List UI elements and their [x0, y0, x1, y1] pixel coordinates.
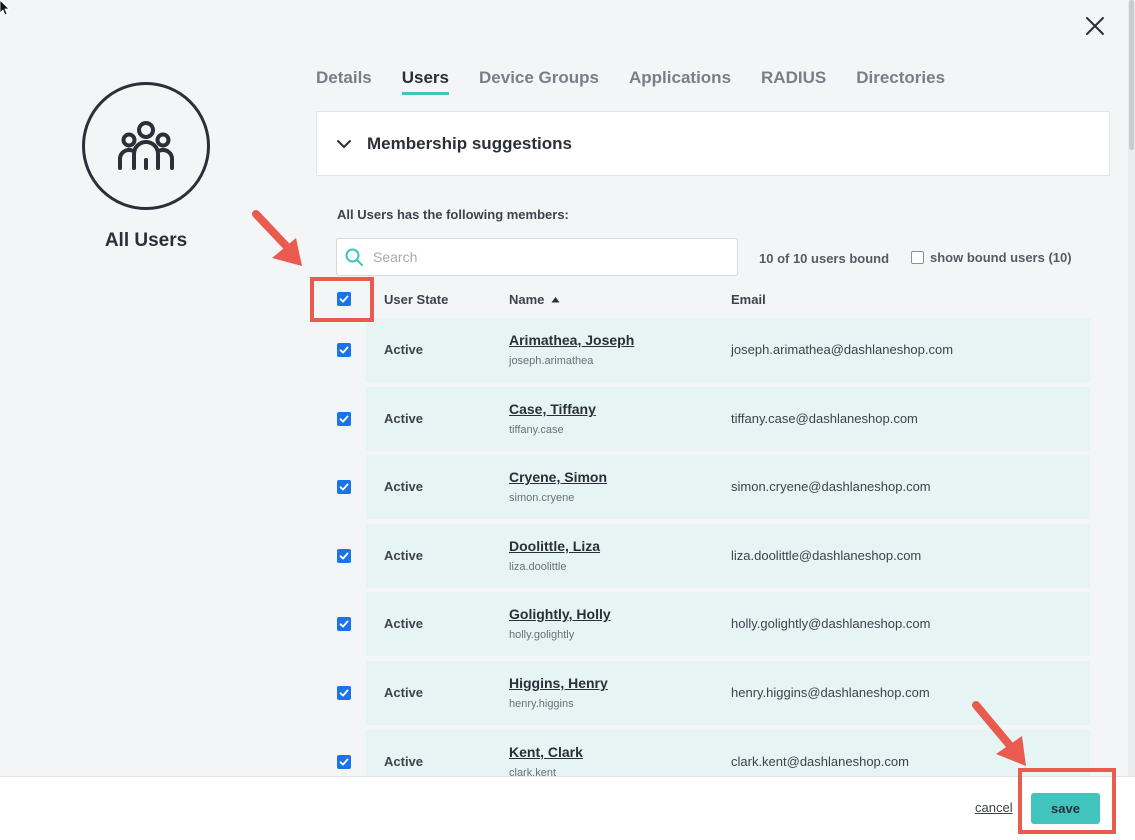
column-header-name-label: Name	[509, 292, 545, 307]
membership-suggestions-label: Membership suggestions	[367, 133, 572, 153]
user-state: Active	[384, 548, 424, 563]
user-username: clark.kent	[509, 767, 557, 776]
table-row: Active Golightly, Holly holly.golightly …	[336, 592, 1090, 656]
mouse-cursor-icon	[0, 0, 10, 16]
group-icon	[117, 121, 175, 170]
user-state: Active	[384, 411, 424, 426]
checkmark-icon	[339, 620, 349, 628]
user-username: henry.higgins	[509, 698, 574, 710]
row-background	[366, 455, 1090, 519]
table-row: Active Arimathea, Joseph joseph.arimathe…	[336, 318, 1090, 382]
row-checkbox[interactable]	[337, 480, 351, 494]
close-button[interactable]	[1084, 15, 1106, 37]
user-username: joseph.arimathea	[509, 355, 594, 367]
user-name-link[interactable]: Kent, Clark	[509, 744, 583, 760]
scrollbar-thumb[interactable]	[1129, 0, 1134, 150]
bound-users-count: 10 of 10 users bound	[759, 251, 890, 266]
row-background	[366, 592, 1090, 656]
scrollbar[interactable]	[1128, 0, 1135, 776]
user-state: Active	[384, 616, 424, 631]
checkmark-icon	[339, 346, 349, 354]
user-name-link[interactable]: Golightly, Holly	[509, 606, 611, 622]
show-bound-users-checkbox[interactable]	[911, 251, 924, 264]
row-checkbox[interactable]	[337, 755, 351, 769]
chevron-down-icon	[337, 139, 351, 148]
column-header-email: Email	[731, 292, 766, 307]
tab-device-groups[interactable]: Device Groups	[479, 68, 599, 95]
row-background	[366, 318, 1090, 382]
column-header-user-state: User State	[384, 292, 449, 307]
row-checkbox[interactable]	[337, 343, 351, 357]
users-table-body[interactable]: Active Arimathea, Joseph joseph.arimathe…	[336, 318, 1090, 776]
user-state: Active	[384, 685, 424, 700]
user-username: liza.doolittle	[509, 561, 567, 573]
user-name-link[interactable]: Doolittle, Liza	[509, 538, 600, 554]
checkmark-icon	[339, 689, 349, 697]
tab-details[interactable]: Details	[316, 68, 372, 95]
user-state: Active	[384, 342, 424, 357]
row-checkbox[interactable]	[337, 412, 351, 426]
table-row: Active Kent, Clark clark.kent clark.kent…	[336, 730, 1090, 776]
group-avatar	[82, 82, 210, 210]
select-all-checkbox[interactable]	[337, 292, 351, 306]
close-icon[interactable]	[1084, 15, 1106, 37]
table-row: Active Doolittle, Liza liza.doolittle li…	[336, 524, 1090, 588]
search-box[interactable]	[336, 238, 738, 276]
checkmark-icon	[339, 758, 349, 766]
group-title: All Users	[104, 230, 188, 251]
search-input[interactable]	[373, 249, 713, 265]
table-row: Active Case, Tiffany tiffany.case tiffan…	[336, 387, 1090, 451]
row-checkbox[interactable]	[337, 686, 351, 700]
tab-applications[interactable]: Applications	[629, 68, 731, 95]
user-state: Active	[384, 479, 424, 494]
dialog-footer: cancel save	[0, 776, 1135, 840]
user-username: tiffany.case	[509, 424, 564, 436]
user-email: tiffany.case@dashlaneshop.com	[731, 411, 918, 426]
search-icon	[345, 248, 363, 266]
cancel-link[interactable]: cancel	[975, 800, 1013, 815]
tab-directories[interactable]: Directories	[856, 68, 945, 95]
show-bound-users-label: show bound users (10)	[930, 250, 1072, 265]
tab-radius[interactable]: RADIUS	[761, 68, 826, 95]
checkmark-icon	[339, 483, 349, 491]
save-button[interactable]: save	[1031, 793, 1100, 824]
checkmark-icon	[339, 415, 349, 423]
row-checkbox[interactable]	[337, 617, 351, 631]
table-header: User State Name Email	[336, 288, 1090, 312]
sort-ascending-icon	[551, 297, 560, 303]
user-username: simon.cryene	[509, 492, 575, 504]
table-row: Active Higgins, Henry henry.higgins henr…	[336, 661, 1090, 725]
row-background	[366, 524, 1090, 588]
user-name-link[interactable]: Cryene, Simon	[509, 469, 607, 485]
tab-bar: Details Users Device Groups Applications…	[316, 68, 975, 95]
user-email: clark.kent@dashlaneshop.com	[731, 754, 909, 769]
user-email: simon.cryene@dashlaneshop.com	[731, 479, 931, 494]
members-heading: All Users has the following members:	[337, 207, 569, 222]
checkmark-icon	[339, 295, 349, 303]
checkmark-icon	[339, 552, 349, 560]
user-name-link[interactable]: Arimathea, Joseph	[509, 332, 634, 348]
user-name-link[interactable]: Case, Tiffany	[509, 401, 596, 417]
row-background	[366, 661, 1090, 725]
row-checkbox[interactable]	[337, 549, 351, 563]
table-row: Active Cryene, Simon simon.cryene simon.…	[336, 455, 1090, 519]
show-bound-users-toggle[interactable]: show bound users (10)	[911, 250, 1072, 265]
user-email: holly.golightly@dashlaneshop.com	[731, 616, 931, 631]
user-state: Active	[384, 754, 424, 769]
tab-users[interactable]: Users	[401, 68, 450, 95]
row-background	[366, 387, 1090, 451]
membership-suggestions-toggle[interactable]: Membership suggestions	[316, 111, 1110, 176]
user-email: joseph.arimathea@dashlaneshop.com	[731, 342, 954, 357]
row-background	[366, 730, 1090, 776]
user-email: henry.higgins@dashlaneshop.com	[731, 685, 930, 700]
column-header-name[interactable]: Name	[509, 292, 560, 307]
user-email: liza.doolittle@dashlaneshop.com	[731, 548, 922, 563]
user-name-link[interactable]: Higgins, Henry	[509, 675, 608, 691]
user-username: holly.golightly	[509, 629, 575, 641]
